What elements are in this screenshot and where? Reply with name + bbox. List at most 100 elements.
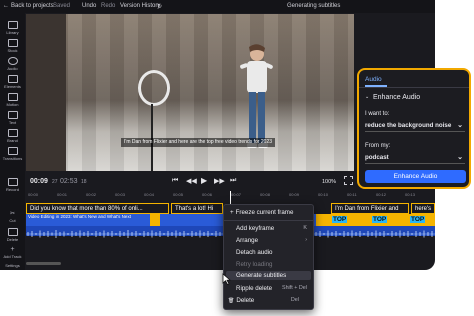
sidebar-item-library[interactable]: Library xyxy=(0,21,25,35)
subtitle-chip[interactable]: Did you know that more than 80% of onli.… xyxy=(26,203,169,214)
playback-controls: 00:09 27 02:53 18 ⏮ ◀◀ ▶ ▶▶ ⏭ 100% xyxy=(26,171,354,191)
menu-item-label: Generate subtitles xyxy=(236,272,287,279)
video-preview[interactable]: I'm Dan from Flixier and here are the to… xyxy=(26,14,354,171)
sidebar-item-label: Elements xyxy=(4,84,21,89)
stock-icon xyxy=(7,39,18,47)
top-bar: ← Back to projects Saved Undo Redo Versi… xyxy=(0,0,435,13)
ruler-tick: 00:00 xyxy=(28,192,39,197)
ruler-tick: 00:11 xyxy=(347,192,357,197)
sidebar-item-label: Delete xyxy=(6,237,19,242)
sidebar-item-label: Add Track xyxy=(3,254,22,259)
step-forward-icon[interactable]: ▶▶ xyxy=(214,177,225,185)
zoom-level[interactable]: 100% xyxy=(322,179,336,185)
generate-subtitles-item[interactable]: Generate subtitles xyxy=(226,271,311,280)
back-arrow-icon[interactable]: ← xyxy=(3,3,9,9)
sidebar-item-label: Stock xyxy=(7,48,18,53)
plus-icon: + xyxy=(230,209,234,216)
chevron-down-icon[interactable]: ⌄ xyxy=(365,94,369,100)
subtitle-chip[interactable]: I'm Dan from Flixier and xyxy=(331,203,409,214)
fullscreen-icon[interactable] xyxy=(344,176,353,185)
ring-light xyxy=(138,70,170,106)
ruler-tick: 00:05 xyxy=(173,192,184,197)
ripple-delete-item[interactable]: Ripple delete Shift + Del xyxy=(236,285,311,292)
menu-item-label: Detach audio xyxy=(236,249,273,256)
sidebar-item-audio[interactable]: Audio xyxy=(0,57,25,71)
scissors-icon: ✂ xyxy=(9,211,16,217)
add-keyframe-item[interactable]: Add keyframe K xyxy=(236,225,311,232)
sidebar-item-label: Settings xyxy=(5,263,20,268)
from-label: From my: xyxy=(365,143,391,149)
clip-thumbnail xyxy=(150,214,160,226)
sidebar-item-text[interactable]: Text xyxy=(0,111,25,125)
step-back-icon[interactable]: ◀◀ xyxy=(186,177,197,185)
video-subtitle-overlay[interactable]: I'm Dan from Flixier and here are the to… xyxy=(121,138,275,147)
from-select[interactable]: podcast ⌄ xyxy=(365,152,465,164)
section-title: Enhance Audio xyxy=(373,94,421,101)
want-select-value: reduce the background noise xyxy=(365,122,452,129)
left-sidebar: Library Stock Audio Elements Motion Text… xyxy=(0,13,25,270)
sidebar-item-transitions[interactable]: Transitions xyxy=(0,147,25,161)
sidebar-item-label: Text xyxy=(8,120,17,125)
text-icon xyxy=(7,111,18,119)
ruler-tick: 00:12 xyxy=(376,192,387,197)
ruler-tick: 00:06 xyxy=(202,192,213,197)
skip-forward-icon[interactable]: ⏭ xyxy=(230,177,236,185)
cursor-icon xyxy=(222,273,231,285)
from-select-value: podcast xyxy=(365,154,389,161)
menu-item-shortcut: Shift + Del xyxy=(281,285,307,291)
sidebar-item-stock[interactable]: Stock xyxy=(0,39,25,53)
version-history-button[interactable]: Version History xyxy=(120,3,160,9)
sidebar-item-motion[interactable]: Motion xyxy=(0,93,25,107)
chevron-down-icon: ⌄ xyxy=(457,122,463,129)
back-to-projects-button[interactable]: Back to projects xyxy=(11,3,54,9)
ruler-tick: 00:10 xyxy=(318,192,329,197)
sidebar-item-record[interactable]: Record xyxy=(0,178,25,192)
ruler-tick: 00:08 xyxy=(260,192,271,197)
sidebar-item-elements[interactable]: Elements xyxy=(0,75,25,89)
motion-icon xyxy=(7,93,18,101)
video-background xyxy=(26,14,354,171)
detach-audio-item[interactable]: Detach audio xyxy=(236,249,311,256)
want-select[interactable]: reduce the background noise ⌄ xyxy=(365,120,465,132)
enhance-audio-panel: Audio ⌄ Enhance Audio I want to: reduce … xyxy=(357,68,471,189)
ruler-tick: 00:13 xyxy=(405,192,416,197)
undo-button[interactable]: Undo xyxy=(82,3,96,9)
sidebar-item-label: Audio xyxy=(7,66,18,71)
tab-audio[interactable]: Audio xyxy=(365,76,382,83)
enhance-audio-button[interactable]: Enhance Audio xyxy=(365,170,466,183)
add-track-button[interactable]: + Add Track xyxy=(0,246,25,259)
settings-button[interactable]: Settings xyxy=(0,263,25,268)
current-frame: 27 xyxy=(52,179,58,185)
menu-item-shortcut: K xyxy=(303,225,307,231)
sidebar-item-label: Record xyxy=(6,187,19,192)
library-icon xyxy=(7,21,18,29)
ruler-tick: 00:04 xyxy=(144,192,155,197)
subtitle-chip[interactable]: That's a lot! Hi xyxy=(171,203,223,214)
shapes-icon xyxy=(7,75,18,83)
sidebar-item-label: Motion xyxy=(6,102,19,107)
redo-button[interactable]: Redo xyxy=(101,3,115,9)
trash-icon xyxy=(7,228,18,236)
subtitle-chip[interactable]: here's xyxy=(411,203,435,214)
cut-button[interactable]: ✂ Cut xyxy=(0,210,25,223)
arrange-item[interactable]: Arrange › xyxy=(236,237,311,244)
freeze-frame-item[interactable]: + Freeze current frame xyxy=(230,209,305,216)
saved-status: Saved xyxy=(53,3,71,9)
current-time: 00:09 xyxy=(30,178,48,185)
play-icon[interactable]: ▶ xyxy=(201,176,207,185)
ruler-tick: 00:03 xyxy=(115,192,126,197)
sidebar-item-brand[interactable]: Brand xyxy=(0,129,25,143)
thumb-label: TOP xyxy=(372,216,388,223)
skip-back-icon[interactable]: ⏮ xyxy=(172,177,178,185)
menu-item-label: Freeze current frame xyxy=(235,209,294,216)
chevron-right-icon: › xyxy=(305,237,307,243)
delete-item[interactable]: 🗑 Delete Del xyxy=(228,297,303,304)
ruler-tick: 00:07 xyxy=(231,192,242,197)
clip-context-menu: + Freeze current frame Add keyframe K Arra… xyxy=(223,204,314,310)
menu-item-label: Ripple delete xyxy=(236,285,273,292)
timeline-scrollbar[interactable] xyxy=(26,262,61,265)
chevron-down-icon: ⌄ xyxy=(457,154,463,161)
sidebar-item-label: Library xyxy=(6,30,19,35)
menu-item-label: Arrange xyxy=(236,237,259,244)
delete-button[interactable]: Delete xyxy=(0,228,25,242)
